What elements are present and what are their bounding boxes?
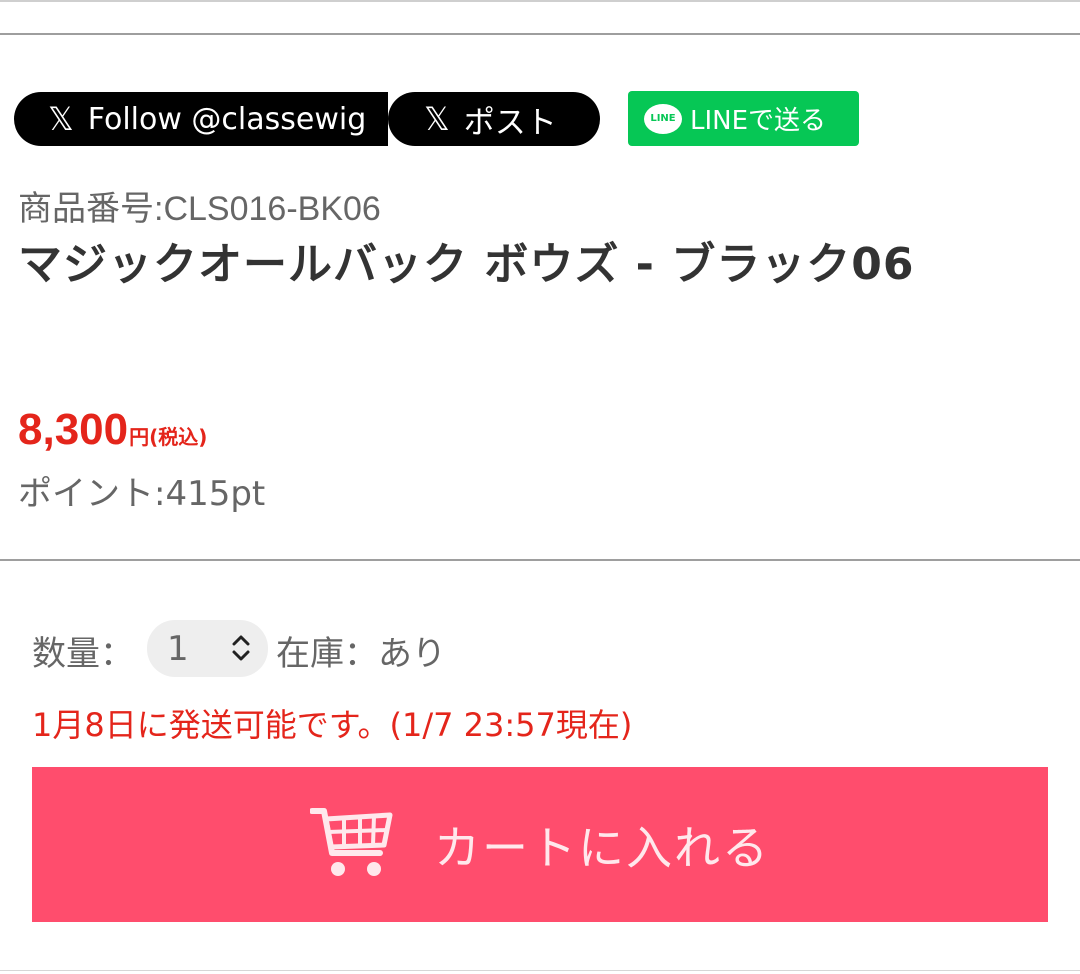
- line-share-label: LINEで送る: [690, 106, 827, 136]
- shopping-cart-icon: [309, 805, 394, 885]
- line-chat-icon: LINE: [644, 103, 682, 134]
- add-to-cart-label: カートに入れる: [434, 820, 770, 875]
- quantity-value: 1: [167, 628, 189, 669]
- points: ポイント:415pt: [18, 474, 266, 514]
- price-unit: 円(税込): [129, 425, 208, 449]
- x-follow-button[interactable]: 𝕏 Follow @classewig: [14, 92, 388, 146]
- x-post-label: ポスト: [463, 104, 557, 141]
- product-code: 商品番号:CLS016-BK06: [18, 190, 381, 228]
- bottom-divider: [0, 970, 1080, 971]
- chevron-up-down-icon: [230, 632, 252, 667]
- quantity-label: 数量：: [32, 634, 134, 674]
- x-follow-label: Follow @classewig: [87, 101, 367, 137]
- section-divider: [0, 559, 1080, 561]
- product-title: マジックオールバック ボウズ - ブラック06: [18, 239, 915, 290]
- x-logo-icon: 𝕏: [48, 100, 74, 138]
- price: 8,300 円(税込): [18, 405, 207, 455]
- section-divider-top: [0, 33, 1080, 35]
- top-divider: [0, 0, 1080, 2]
- shipping-notice: 1月8日に発送可能です。(1/7 23:57現在): [32, 706, 633, 744]
- x-post-button[interactable]: 𝕏 ポスト: [388, 92, 600, 146]
- x-logo-icon: 𝕏: [424, 100, 450, 138]
- quantity-select[interactable]: 1: [147, 620, 268, 677]
- price-value: 8,300: [18, 405, 129, 454]
- stock-status: 在庫：あり: [276, 634, 446, 674]
- line-share-button[interactable]: LINE LINEで送る: [628, 91, 859, 146]
- add-to-cart-button[interactable]: カートに入れる: [32, 767, 1048, 922]
